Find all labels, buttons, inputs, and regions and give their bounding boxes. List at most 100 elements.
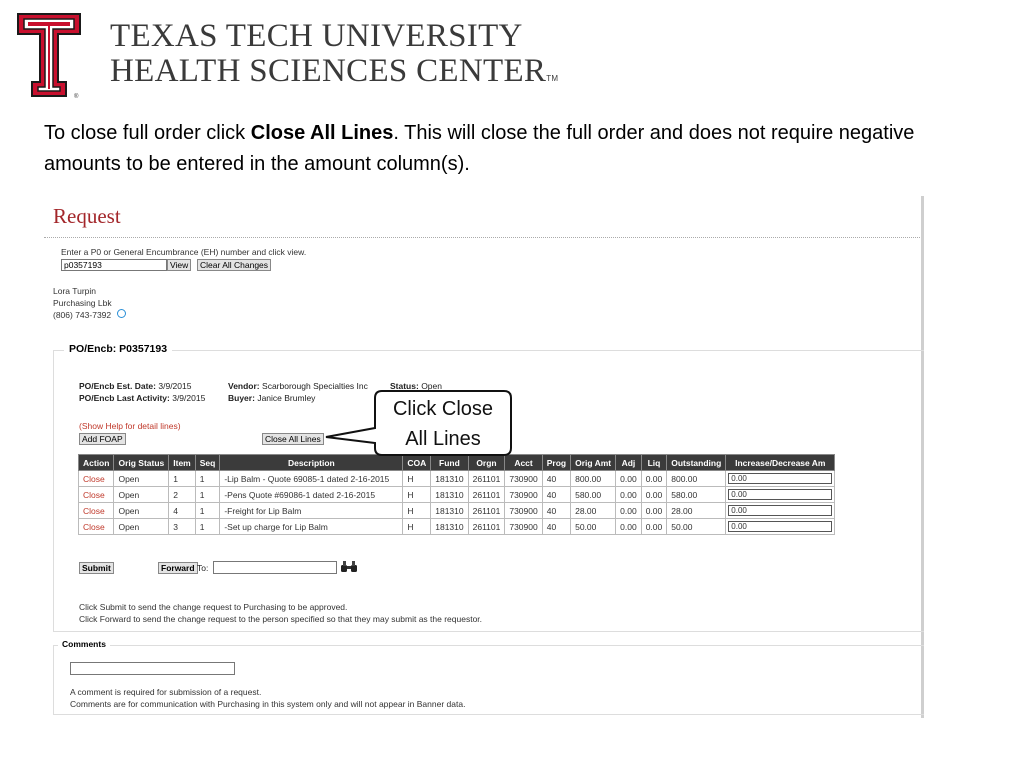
submit-note: Click Submit to send the change request … xyxy=(79,602,348,612)
cell-adj: 0.00 xyxy=(615,518,642,535)
col-prog: Prog xyxy=(541,454,572,471)
cell-orgn: 261101 xyxy=(467,486,506,503)
cell-prog: 40 xyxy=(541,486,572,503)
cell-liq: 0.00 xyxy=(640,518,668,535)
increase-decrease-input[interactable]: 0.00 xyxy=(728,505,833,516)
cell-fund: 181310 xyxy=(430,518,469,535)
institution-wordmark: TEXAS TECH UNIVERSITY HEALTH SCIENCES CE… xyxy=(110,20,558,88)
cell-orgn: 261101 xyxy=(467,470,506,487)
cell-seq: 1 xyxy=(194,486,221,503)
table-row: Close Open 1 1 -Lip Balm - Quote 69085-1… xyxy=(77,470,836,487)
cell-liq: 0.00 xyxy=(640,470,668,487)
binoculars-icon[interactable] xyxy=(340,560,358,573)
cell-acct: 730900 xyxy=(504,502,543,519)
table-row: Close Open 3 1 -Set up charge for Lip Ba… xyxy=(77,518,836,535)
increase-decrease-input[interactable]: 0.00 xyxy=(728,521,833,532)
cell-description: -Lip Balm - Quote 69085-1 dated 2-16-201… xyxy=(219,470,404,487)
cell-item: 1 xyxy=(168,470,196,487)
add-foap-button[interactable]: Add FOAP xyxy=(79,433,126,445)
request-screenshot: Request Enter a P0 or General Encumbranc… xyxy=(44,196,924,718)
cell-increase-decrease: 0.00 xyxy=(725,518,836,535)
cell-prog: 40 xyxy=(541,518,572,535)
cell-increase-decrease: 0.00 xyxy=(725,502,836,519)
cell-acct: 730900 xyxy=(504,486,543,503)
callout-line2: All Lines xyxy=(405,428,481,450)
po-legend: PO/Encb: P0357193 xyxy=(64,343,173,355)
ttu-double-t-logo: ® xyxy=(17,13,81,98)
table-row: Close Open 4 1 -Freight for Lip Balm H 1… xyxy=(77,502,836,519)
table-row: Close Open 2 1 -Pens Quote #69086-1 date… xyxy=(77,486,836,503)
col-orig-status: Orig Status xyxy=(113,454,170,471)
cell-orig-amt: 50.00 xyxy=(570,518,617,535)
close-line-link[interactable]: Close xyxy=(77,518,115,535)
comment-input[interactable] xyxy=(70,662,235,675)
col-orig-amt: Orig Amt xyxy=(570,454,617,471)
contact-phone: (806) 743-7392 xyxy=(53,310,112,320)
cell-description: -Pens Quote #69086-1 dated 2-16-2015 xyxy=(219,486,404,503)
view-button[interactable]: View xyxy=(167,259,192,271)
cell-adj: 0.00 xyxy=(615,470,642,487)
cell-prog: 40 xyxy=(541,502,572,519)
forward-to-input[interactable] xyxy=(213,561,337,574)
instruction-text: To close full order click Close All Line… xyxy=(44,122,915,175)
cell-item: 4 xyxy=(168,502,196,519)
po-number-input[interactable]: p0357193 xyxy=(61,259,167,271)
contact-dept: Purchasing Lbk xyxy=(53,298,112,308)
table-header-row: Action Orig Status Item Seq Description … xyxy=(77,454,836,471)
close-all-lines-button[interactable]: Close All Lines xyxy=(262,433,324,445)
cell-orig-status: Open xyxy=(113,486,170,503)
submit-button[interactable]: Submit xyxy=(79,562,114,574)
col-outstanding: Outstanding xyxy=(666,454,727,471)
cell-seq: 1 xyxy=(194,502,221,519)
cell-acct: 730900 xyxy=(504,518,543,535)
forward-button[interactable]: Forward xyxy=(158,562,198,574)
col-fund: Fund xyxy=(430,454,469,471)
cell-item: 3 xyxy=(168,518,196,535)
show-help-link[interactable]: (Show Help for detail lines) xyxy=(79,421,181,431)
col-action: Action xyxy=(77,454,115,471)
cell-fund: 181310 xyxy=(430,470,469,487)
last-activity: PO/Encb Last Activity: 3/9/2015 xyxy=(79,393,206,403)
cell-liq: 0.00 xyxy=(640,486,668,503)
col-liq: Liq xyxy=(640,454,668,471)
comments-legend: Comments xyxy=(58,639,110,649)
col-adj: Adj xyxy=(615,454,642,471)
cell-seq: 1 xyxy=(194,470,221,487)
col-item: Item xyxy=(168,454,196,471)
cell-orig-amt: 800.00 xyxy=(570,470,617,487)
comment-required-note: A comment is required for submission of … xyxy=(70,687,262,697)
cell-coa: H xyxy=(402,518,432,535)
est-date: PO/Encb Est. Date: 3/9/2015 xyxy=(79,381,192,391)
col-description: Description xyxy=(219,454,404,471)
cell-seq: 1 xyxy=(194,518,221,535)
close-line-link[interactable]: Close xyxy=(77,470,115,487)
cell-orig-status: Open xyxy=(113,502,170,519)
po-prompt: Enter a P0 or General Encumbrance (EH) n… xyxy=(61,247,307,257)
cell-adj: 0.00 xyxy=(615,502,642,519)
comment-banner-note: Comments are for communication with Purc… xyxy=(70,699,466,709)
registered-mark: ® xyxy=(74,93,79,98)
increase-decrease-input[interactable]: 0.00 xyxy=(728,489,833,500)
col-seq: Seq xyxy=(194,454,221,471)
callout-line1: Click Close xyxy=(392,398,494,420)
col-acct: Acct xyxy=(504,454,543,471)
close-line-link[interactable]: Close xyxy=(77,486,115,503)
cell-increase-decrease: 0.00 xyxy=(725,470,836,487)
globe-icon[interactable] xyxy=(117,309,126,318)
close-line-link[interactable]: Close xyxy=(77,502,115,519)
cell-fund: 181310 xyxy=(430,486,469,503)
detail-lines-table: Action Orig Status Item Seq Description … xyxy=(77,454,836,535)
cell-orig-amt: 28.00 xyxy=(570,502,617,519)
col-coa: COA xyxy=(402,454,432,471)
cell-outstanding: 800.00 xyxy=(666,470,727,487)
callout-text: Click Close All Lines xyxy=(376,394,510,454)
instruction-bold: Close All Lines xyxy=(250,122,394,144)
contact-name: Lora Turpin xyxy=(53,286,96,296)
cell-coa: H xyxy=(402,470,432,487)
cell-orgn: 261101 xyxy=(467,502,506,519)
clear-all-changes-button[interactable]: Clear All Changes xyxy=(197,259,272,271)
buyer: Buyer: Janice Brumley xyxy=(228,393,316,403)
cell-orgn: 261101 xyxy=(467,518,506,535)
cell-item: 2 xyxy=(168,486,196,503)
increase-decrease-input[interactable]: 0.00 xyxy=(728,473,833,484)
